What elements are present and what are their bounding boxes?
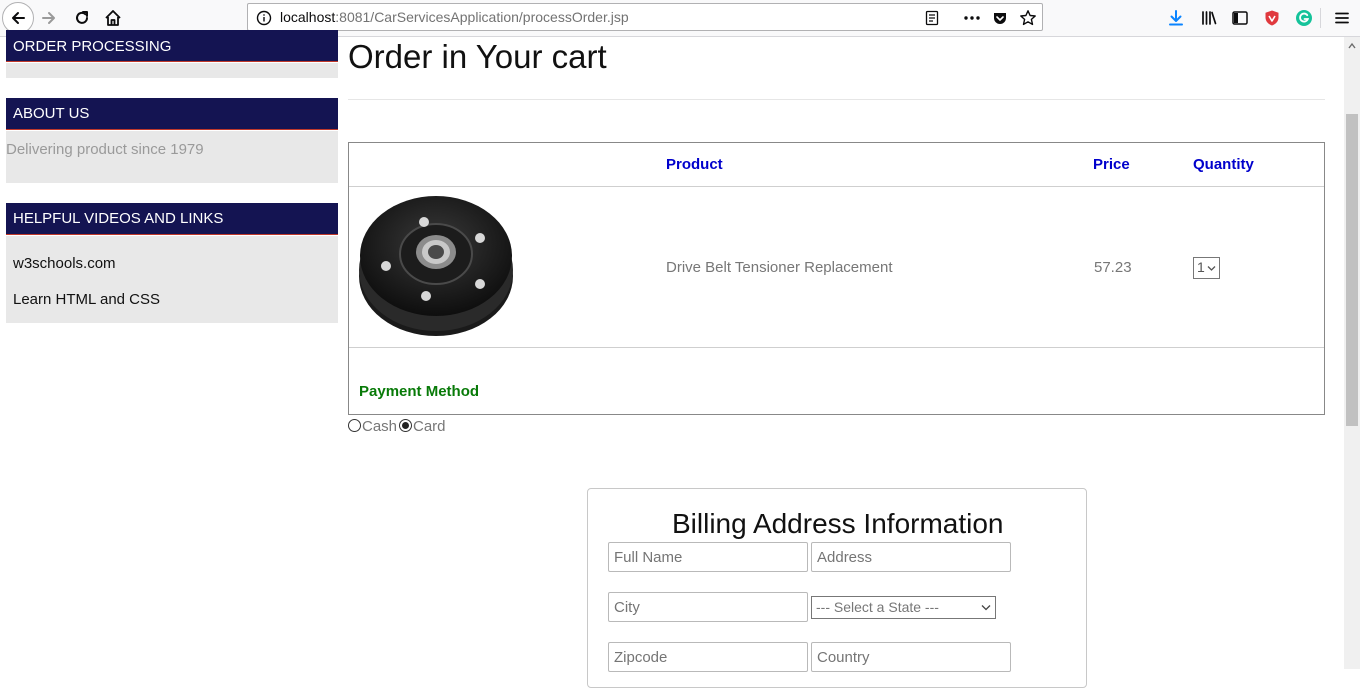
menu-button[interactable] xyxy=(1328,4,1356,32)
toolbar-divider xyxy=(1320,8,1321,28)
column-header-quantity: Quantity xyxy=(1193,156,1254,173)
reader-view-icon[interactable] xyxy=(920,6,944,30)
full-name-input[interactable] xyxy=(608,542,808,572)
payment-card-radio[interactable] xyxy=(399,419,412,432)
url-host: localhost xyxy=(280,9,336,25)
sidebar-links-body xyxy=(6,236,338,323)
sidebar-order-processing-body xyxy=(6,63,338,78)
sidebar-about-label: ABOUT US xyxy=(13,105,90,122)
payment-method-label: Payment Method xyxy=(359,383,480,400)
city-input[interactable] xyxy=(608,592,808,622)
sidebar-links-header: HELPFUL VIDEOS AND LINKS xyxy=(6,203,338,235)
product-name-cell: Drive Belt Tensioner Replacement xyxy=(666,259,893,276)
extension-shield-button[interactable] xyxy=(1258,4,1286,32)
pocket-icon[interactable] xyxy=(988,6,1012,30)
state-select-value: --- Select a State --- xyxy=(816,599,939,615)
quantity-select[interactable]: 1 xyxy=(1193,257,1220,279)
sidebar-link-w3schools[interactable]: w3schools.com xyxy=(13,255,116,272)
arrow-right-icon xyxy=(42,12,55,24)
payment-cash-label[interactable]: Cash xyxy=(362,418,397,435)
library-button[interactable] xyxy=(1195,4,1223,32)
country-input[interactable] xyxy=(811,642,1011,672)
title-divider xyxy=(348,99,1325,100)
shield-icon xyxy=(1265,10,1279,26)
column-header-product: Product xyxy=(666,156,723,173)
grammarly-icon xyxy=(1296,10,1312,26)
hamburger-menu-icon xyxy=(1335,12,1349,24)
product-price-cell: 57.23 xyxy=(1094,259,1132,276)
address-input[interactable] xyxy=(811,542,1011,572)
sidebar-toggle-button[interactable] xyxy=(1226,4,1254,32)
sidebar-order-processing-label: ORDER PROCESSING xyxy=(13,38,172,55)
sidebar-link-learn-html-css[interactable]: Learn HTML and CSS xyxy=(13,291,160,308)
scroll-up-arrow-icon[interactable] xyxy=(1348,42,1356,50)
home-icon xyxy=(105,10,121,26)
reload-icon xyxy=(76,11,88,24)
sidebar-order-processing-header: ORDER PROCESSING xyxy=(6,30,338,62)
home-button[interactable] xyxy=(99,4,127,32)
page-scrollbar[interactable] xyxy=(1344,37,1360,669)
column-header-price: Price xyxy=(1093,156,1130,173)
billing-title: Billing Address Information xyxy=(672,508,1004,539)
state-select[interactable]: --- Select a State --- xyxy=(811,596,996,619)
sidebar-links-label: HELPFUL VIDEOS AND LINKS xyxy=(13,210,224,227)
sidebar-about-text: Delivering product since 1979 xyxy=(6,141,204,158)
chevron-down-icon xyxy=(981,605,991,611)
forward-button[interactable] xyxy=(35,4,63,32)
reload-button[interactable] xyxy=(68,4,96,32)
chevron-down-icon xyxy=(1207,266,1216,271)
url-text: localhost:8081/CarServicesApplication/pr… xyxy=(280,9,629,25)
payment-cash-radio[interactable] xyxy=(348,419,361,432)
library-icon xyxy=(1202,11,1217,25)
url-path: :8081/CarServicesApplication/processOrde… xyxy=(335,9,629,25)
sidebar-icon xyxy=(1232,11,1248,25)
zipcode-input[interactable] xyxy=(608,642,808,672)
table-header-divider xyxy=(349,186,1324,187)
bookmark-star-icon[interactable] xyxy=(1016,6,1040,30)
download-icon xyxy=(1169,10,1183,26)
product-image-pulley xyxy=(359,196,513,336)
info-icon[interactable] xyxy=(252,6,276,30)
page-actions-icon[interactable] xyxy=(960,6,984,30)
sidebar-about-header: ABOUT US xyxy=(6,98,338,130)
scroll-thumb[interactable] xyxy=(1346,114,1358,426)
payment-card-label[interactable]: Card xyxy=(413,418,446,435)
arrow-left-icon xyxy=(12,12,25,24)
address-bar[interactable]: localhost:8081/CarServicesApplication/pr… xyxy=(247,3,1043,31)
grammarly-button[interactable] xyxy=(1290,4,1318,32)
downloads-button[interactable] xyxy=(1162,4,1190,32)
table-row-divider xyxy=(349,347,1324,348)
quantity-value: 1 xyxy=(1197,259,1205,275)
page-title: Order in Your cart xyxy=(348,38,607,75)
